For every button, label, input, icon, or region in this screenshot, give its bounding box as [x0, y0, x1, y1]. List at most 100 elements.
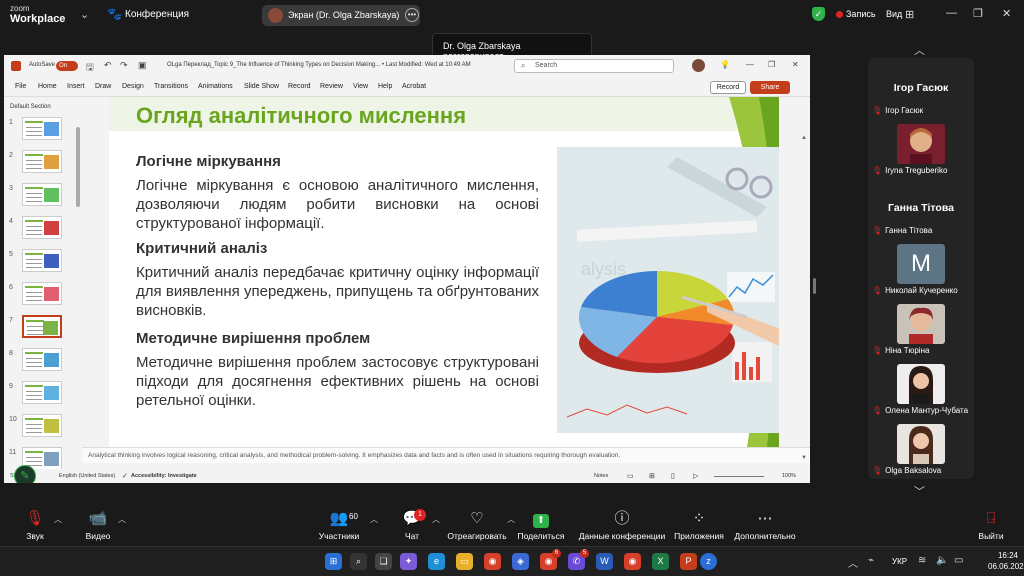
menu-slideshow[interactable]: Slide Show [244, 83, 279, 90]
sorter-view-icon[interactable]: ⊞ [649, 472, 655, 480]
scroll-down-icon[interactable]: ▼ [801, 455, 807, 461]
search-input[interactable]: ⌕ Search [514, 59, 674, 73]
status-accessibility[interactable]: Accessibility: Investigate [131, 473, 197, 479]
thumbnail-scrollbar[interactable] [76, 127, 80, 207]
reading-view-icon[interactable]: ▯ [671, 472, 675, 480]
status-notes[interactable]: Notes [594, 473, 608, 479]
chrome-icon[interactable]: ◉ [484, 553, 501, 570]
close-icon[interactable]: ✕ [1002, 7, 1011, 20]
volume-icon[interactable]: 🔈 [936, 555, 948, 566]
menu-animations[interactable]: Animations [198, 83, 233, 90]
security-shield-icon[interactable]: ✓ [812, 7, 825, 21]
react-button[interactable]: ♡ Отреагировать [446, 510, 508, 541]
slide-thumbnail[interactable] [22, 183, 62, 206]
video-options-caret-icon[interactable]: ︿ [118, 514, 126, 525]
split-handle[interactable] [813, 278, 816, 294]
normal-view-icon[interactable]: ▭ [627, 472, 634, 480]
lightbulb-icon[interactable]: 💡 [720, 60, 730, 69]
share-button[interactable]: Share [750, 81, 790, 94]
conference-label[interactable]: Конференция [125, 9, 189, 20]
zoom-app-icon[interactable]: z [700, 553, 717, 570]
menu-insert[interactable]: Insert [67, 83, 85, 90]
status-language[interactable]: English (United States) [59, 473, 115, 479]
search-icon[interactable]: ⌕ [350, 553, 367, 570]
speaker-notes[interactable]: Analytical thinking involves logical rea… [82, 447, 810, 463]
menu-home[interactable]: Home [38, 83, 57, 90]
menu-acrobat[interactable]: Acrobat [402, 83, 426, 90]
more-options-icon[interactable]: ••• [405, 8, 419, 22]
meeting-info-button[interactable]: ⓘ Данные конференции [578, 510, 666, 541]
ppt-close-icon[interactable]: ✕ [792, 60, 799, 69]
annotate-pen-icon[interactable]: ✎ [14, 465, 36, 483]
present-icon[interactable]: ▣ [138, 60, 147, 71]
tray-language[interactable]: УКР [892, 557, 907, 566]
record-button[interactable]: Record [710, 81, 746, 94]
ppt-minimize-icon[interactable]: — [746, 60, 754, 69]
audio-options-caret-icon[interactable]: ︿ [54, 514, 62, 525]
account-avatar[interactable] [692, 59, 705, 72]
more-button[interactable]: ⋯ Дополнительно [732, 510, 798, 541]
zoom-slider[interactable] [714, 476, 764, 477]
menu-transitions[interactable]: Transitions [154, 83, 188, 90]
tray-app-icon[interactable]: ⌁ [868, 555, 874, 566]
apps-button[interactable]: ⁘ Приложения [672, 510, 726, 541]
scroll-up-chevron-icon[interactable]: ︿ [914, 42, 925, 58]
participant-video[interactable] [897, 364, 945, 404]
chat-caret-icon[interactable]: ︿ [432, 514, 440, 525]
redo-icon[interactable]: ↷ [120, 60, 128, 71]
slide-thumbnail[interactable] [22, 150, 62, 173]
slide-thumbnail[interactable] [22, 381, 62, 404]
excel-icon[interactable]: X [652, 553, 669, 570]
menu-file[interactable]: File [15, 83, 26, 90]
audio-button[interactable]: 🎙 Звук [18, 510, 52, 541]
battery-icon[interactable]: ▭ [954, 555, 963, 566]
autosave-toggle[interactable]: On [56, 61, 78, 71]
undo-icon[interactable]: ↶ [104, 60, 112, 71]
slide-thumbnail[interactable] [22, 249, 62, 272]
participant-video[interactable] [897, 124, 945, 164]
slide-thumbnail[interactable] [22, 282, 62, 305]
record-label[interactable]: Запись [846, 9, 876, 19]
status-zoom[interactable]: 100% [782, 473, 796, 479]
save-icon[interactable]: 🖫 [86, 60, 94, 76]
scroll-up-icon[interactable]: ▲ [801, 135, 807, 141]
grid-view-icon[interactable]: ⊞ [905, 8, 914, 21]
copilot-icon[interactable]: ✦ [400, 553, 417, 570]
menu-view[interactable]: View [353, 83, 368, 90]
participants-caret-icon[interactable]: ︿ [370, 514, 378, 525]
word-icon[interactable]: W [596, 553, 613, 570]
view-label[interactable]: Вид [886, 9, 902, 19]
menu-review[interactable]: Review [320, 83, 343, 90]
tray-chevron-icon[interactable]: ︿ [848, 555, 858, 570]
slide-thumbnail[interactable] [22, 414, 62, 437]
app-icon[interactable]: ◈ [512, 553, 529, 570]
clock[interactable]: 16:24 06.06.2025 [988, 550, 1024, 572]
slide-scrollbar[interactable]: ▲ ▼ [800, 135, 808, 475]
edge-icon[interactable]: e [428, 553, 445, 570]
participant-initial-avatar[interactable]: M [897, 244, 945, 284]
chevron-down-icon[interactable]: ⌄ [80, 8, 89, 21]
wifi-icon[interactable]: ≋ [918, 555, 926, 566]
share-screen-button[interactable]: ⬆ Поделиться [516, 510, 566, 541]
chrome-icon[interactable]: ◉ [624, 553, 641, 570]
participant-video[interactable] [897, 424, 945, 464]
windows-start-icon[interactable]: ⊞ [325, 553, 342, 570]
participant-video[interactable] [897, 304, 945, 344]
slide-thumbnail[interactable] [22, 315, 62, 338]
file-explorer-icon[interactable]: ▭ [456, 553, 473, 570]
menu-draw[interactable]: Draw [95, 83, 111, 90]
restore-icon[interactable]: ❐ [973, 7, 983, 20]
slide-thumbnail[interactable] [22, 117, 62, 140]
menu-record[interactable]: Record [288, 83, 311, 90]
slide-thumbnail[interactable] [22, 216, 62, 239]
slide-thumbnail[interactable] [22, 348, 62, 371]
minimize-icon[interactable]: — [946, 7, 957, 19]
task-view-icon[interactable]: ❏ [375, 553, 392, 570]
powerpoint-icon[interactable]: P [680, 553, 697, 570]
leave-button[interactable]: ⍈ Выйти [976, 510, 1006, 541]
react-caret-icon[interactable]: ︿ [507, 514, 515, 525]
menu-help[interactable]: Help [378, 83, 392, 90]
scroll-down-chevron-icon[interactable]: ﹀ [914, 483, 925, 499]
slideshow-view-icon[interactable]: ▷ [693, 472, 698, 480]
menu-design[interactable]: Design [122, 83, 144, 90]
